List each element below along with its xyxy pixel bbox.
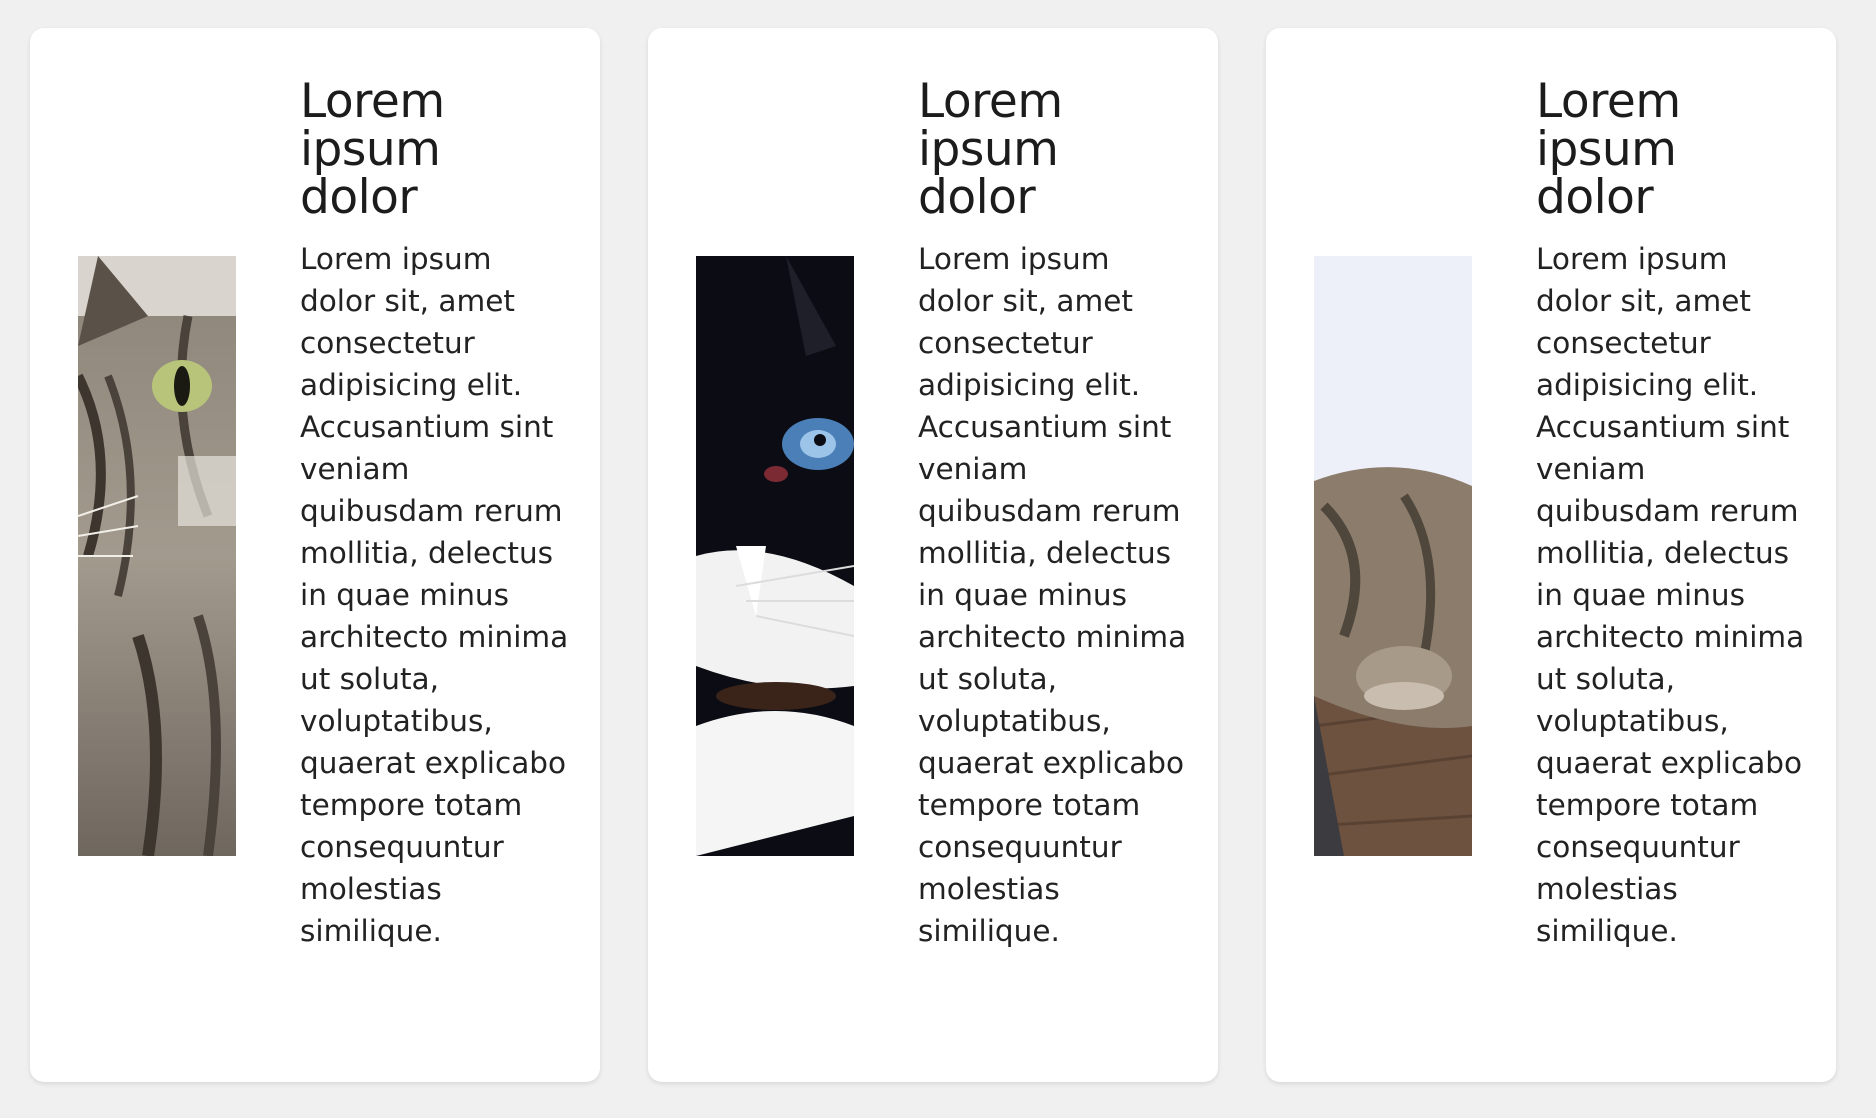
card: Lorem ipsum dolor Lorem ipsum dolor sit,… [1266,28,1836,1082]
card-text: Lorem ipsum dolor Lorem ipsum dolor sit,… [1536,78,1816,952]
card-body: Lorem ipsum dolor sit, amet consectetur … [1536,242,1805,948]
card-text: Lorem ipsum dolor Lorem ipsum dolor sit,… [918,78,1198,952]
tabby-cat-image [78,256,236,856]
card-title: Lorem ipsum dolor [300,74,445,225]
card: Lorem ipsum dolor Lorem ipsum dolor sit,… [648,28,1218,1082]
card-title: Lorem ipsum dolor [918,74,1063,225]
cards-row: Lorem ipsum dolor Lorem ipsum dolor sit,… [30,28,1836,1082]
lying-cat-image [1314,256,1472,856]
card-title: Lorem ipsum dolor [1536,74,1681,225]
black-white-cat-image [696,256,854,856]
card-text: Lorem ipsum dolor Lorem ipsum dolor sit,… [300,78,580,952]
card: Lorem ipsum dolor Lorem ipsum dolor sit,… [30,28,600,1082]
card-body: Lorem ipsum dolor sit, amet consectetur … [300,242,569,948]
card-body: Lorem ipsum dolor sit, amet consectetur … [918,242,1187,948]
